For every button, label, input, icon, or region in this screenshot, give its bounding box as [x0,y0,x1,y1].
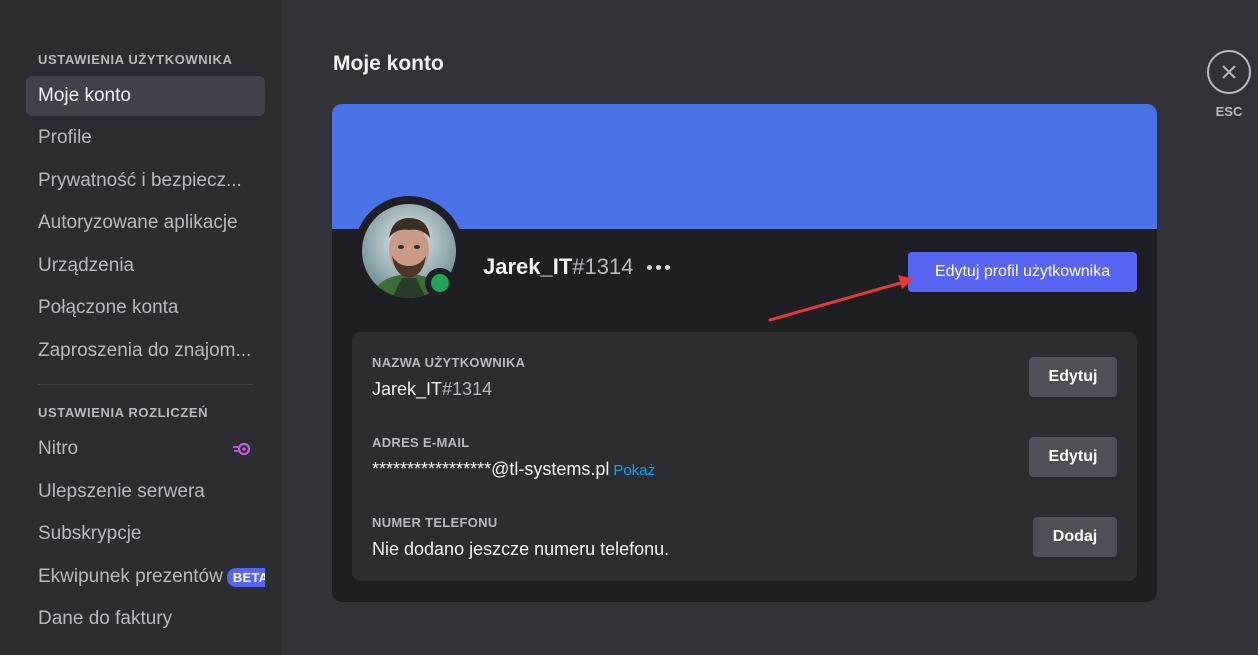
sidebar-item-label: Profile [38,127,92,148]
sidebar-item-authorized-apps[interactable]: Autoryzowane aplikacje [26,203,265,243]
sidebar-item-gift-inventory[interactable]: Ekwipunek prezentów BETA [26,557,265,597]
edit-username-button[interactable]: Edytuj [1029,357,1117,397]
phone-field-value: Nie dodano jeszcze numeru telefonu. [372,539,670,559]
sidebar-item-friend-requests[interactable]: Zaproszenia do znajom... [26,331,265,371]
close-icon [1222,65,1236,79]
sidebar-divider [38,384,253,385]
email-field-value: *****************@tl-systems.pl Pokaż [372,459,656,479]
esc-label: ESC [1215,104,1243,119]
billing-settings-header: USTAWIENIA ROZLICZEŃ [38,405,209,420]
profile-tag: #1314 [572,254,634,279]
sidebar-item-label: Autoryzowane aplikacje [38,212,238,233]
sidebar-item-label: Zaproszenia do znajom... [38,340,252,361]
sidebar-item-privacy[interactable]: Prywatność i bezpiecz... [26,161,265,201]
sidebar-item-label: Ekwipunek prezentów [38,566,223,587]
sidebar-item-billing[interactable]: Dane do faktury [26,599,265,639]
edit-email-button[interactable]: Edytuj [1029,437,1117,477]
profile-banner [332,104,1157,229]
username-field-value: Jarek_IT#1314 [372,379,493,399]
beta-badge: BETA [226,567,265,587]
online-status-icon [425,268,455,298]
user-settings-header: USTAWIENIA UŻYTKOWNIKA [38,52,233,67]
more-options-icon[interactable] [647,264,671,270]
sidebar-item-label: Prywatność i bezpiecz... [38,170,242,191]
add-phone-button[interactable]: Dodaj [1033,517,1117,557]
sidebar-item-devices[interactable]: Urządzenia [26,246,265,286]
username-field-label: NAZWA UŻYTKOWNIKA [372,355,526,370]
sidebar-item-label: Urządzenia [38,255,135,276]
settings-sidebar: USTAWIENIA UŻYTKOWNIKA Moje konto Profil… [0,0,282,655]
email-field-label: ADRES E-MAIL [372,435,470,450]
sidebar-item-label: Ulepszenie serwera [38,481,205,502]
sidebar-item-nitro[interactable]: Nitro [26,429,265,469]
close-settings[interactable]: ESC [1207,50,1251,119]
phone-field-label: NUMER TELEFONU [372,515,498,530]
sidebar-item-subscriptions[interactable]: Subskrypcje [26,514,265,554]
sidebar-item-connections[interactable]: Połączone konta [26,288,265,328]
sidebar-item-profiles[interactable]: Profile [26,118,265,158]
avatar[interactable] [354,196,464,306]
sidebar-item-label: Moje konto [38,85,131,106]
account-card: Jarek_IT #1314 Edytuj profil użytkownika … [332,104,1157,602]
edit-profile-button[interactable]: Edytuj profil użytkownika [908,252,1137,292]
sidebar-item-label: Nitro [38,438,79,459]
sidebar-item-my-account[interactable]: Moje konto [26,76,265,116]
profile-username: Jarek_IT #1314 [483,254,671,280]
sidebar-item-label: Dane do faktury [38,608,173,629]
nitro-icon [233,442,251,456]
sidebar-item-server-boost[interactable]: Ulepszenie serwera [26,472,265,512]
sidebar-item-label: Połączone konta [38,297,179,318]
account-info-box: NAZWA UŻYTKOWNIKA Jarek_IT#1314 Edytuj A… [352,332,1137,581]
sidebar-item-label: Subskrypcje [38,523,142,544]
close-button[interactable] [1207,50,1251,94]
page-title: Moje konto [333,52,444,75]
profile-name: Jarek_IT [483,254,573,279]
show-email-link[interactable]: Pokaż [613,462,655,479]
